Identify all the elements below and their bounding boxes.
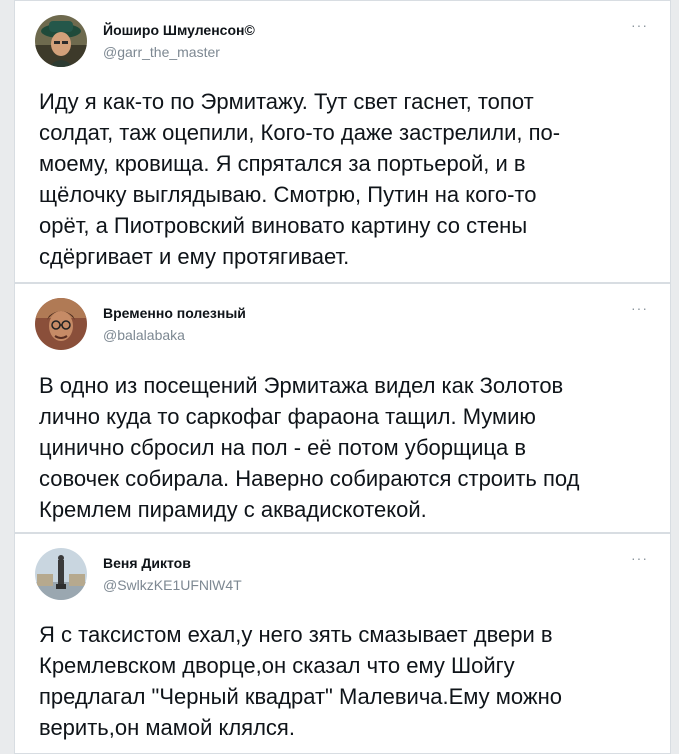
author-name[interactable]: Временно полезный — [103, 305, 246, 321]
avatar[interactable] — [35, 298, 87, 350]
author-handle[interactable]: @balalabaka — [103, 327, 185, 343]
tweet-card[interactable]: Временно полезный @balalabaka ··· В одно… — [14, 283, 671, 533]
tweet-card[interactable]: Йоширо Шмуленсон© @garr_the_master ··· И… — [14, 0, 671, 283]
author-handle[interactable]: @garr_the_master — [103, 44, 220, 60]
tweet-text: В одно из посещений Эрмитажа видел как З… — [39, 373, 580, 522]
avatar[interactable] — [35, 15, 87, 67]
tweet-text: Я с таксистом ехал,у него зять смазывает… — [39, 622, 563, 740]
more-options-icon[interactable]: ··· — [631, 18, 648, 32]
tweet-text: Иду я как-то по Эрмитажу. Тут свет гасне… — [39, 89, 561, 269]
more-options-icon[interactable]: ··· — [631, 301, 648, 315]
avatar[interactable] — [35, 548, 87, 600]
more-options-icon[interactable]: ··· — [631, 551, 648, 565]
author-handle[interactable]: @SwlkzKE1UFNlW4T — [103, 577, 242, 593]
author-name[interactable]: Веня Диктов — [103, 555, 191, 571]
tweet-card[interactable]: Веня Диктов @SwlkzKE1UFNlW4T ··· Я с так… — [14, 533, 671, 754]
author-name[interactable]: Йоширо Шмуленсон© — [103, 22, 255, 38]
